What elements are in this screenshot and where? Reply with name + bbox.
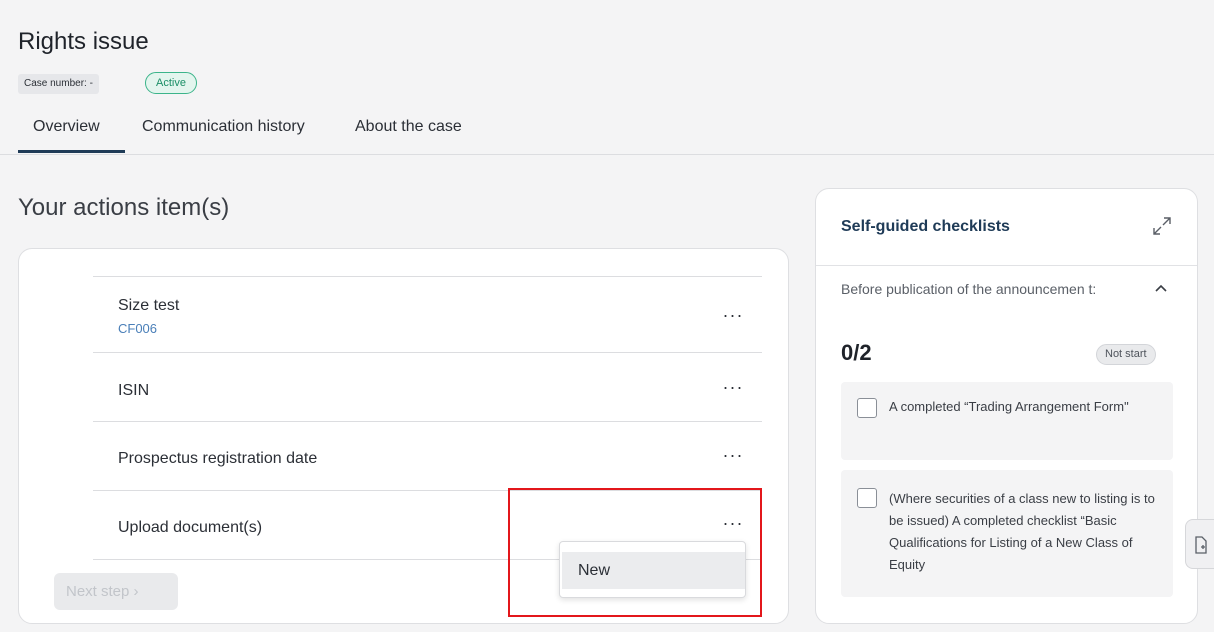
tab-communication-history[interactable]: Communication history (142, 118, 305, 136)
checklist-section-label: Before publication of the announcemen t: (841, 281, 1097, 297)
page-header: Rights issue Case number: - Active Overv… (0, 0, 1214, 155)
checklist-checkbox[interactable] (857, 398, 877, 418)
checklist-item: A completed “Trading Arrangement Form" (841, 382, 1173, 460)
more-options-button[interactable]: ··· (718, 306, 748, 328)
action-item-label: Size test (118, 297, 180, 314)
checklist-progress: 0/2 (841, 340, 872, 365)
tab-about-the-case[interactable]: About the case (355, 118, 462, 136)
action-item-label: ISIN (118, 382, 150, 399)
action-item-label: Prospectus registration date (118, 450, 318, 467)
active-tab-indicator (18, 150, 125, 153)
more-options-button[interactable]: ··· (718, 514, 748, 536)
checklist-divider (816, 265, 1197, 266)
more-options-button[interactable]: ··· (718, 446, 748, 468)
row-divider (93, 490, 762, 491)
action-item-code[interactable]: CF006 (118, 321, 157, 336)
more-options-button[interactable]: ··· (718, 378, 748, 400)
expand-icon[interactable] (1150, 214, 1174, 238)
checklist-title: Self-guided checklists (841, 218, 1010, 235)
row-divider (93, 276, 762, 277)
document-add-icon[interactable] (1185, 519, 1214, 569)
options-dropdown: New (559, 541, 746, 598)
checklist-status-badge: Not start (1096, 344, 1156, 365)
row-divider (93, 421, 762, 422)
row-divider (93, 352, 762, 353)
status-badge: Active (145, 72, 197, 94)
actions-section-title: Your actions item(s) (18, 194, 230, 221)
page-title: Rights issue (18, 28, 149, 55)
checklist-item: (Where securities of a class new to list… (841, 470, 1173, 597)
case-number-badge: Case number: - (18, 74, 99, 94)
next-step-button[interactable]: Next step › (54, 573, 178, 610)
tab-overview[interactable]: Overview (33, 118, 100, 136)
dropdown-item-new[interactable]: New (562, 552, 745, 589)
checklist-item-text: (Where securities of a class new to list… (889, 491, 1155, 572)
checklist-item-text: A completed “Trading Arrangement Form" (889, 399, 1129, 414)
action-item-label: Upload document(s) (118, 519, 263, 536)
chevron-up-icon[interactable] (1151, 278, 1171, 298)
checklist-checkbox[interactable] (857, 488, 877, 508)
